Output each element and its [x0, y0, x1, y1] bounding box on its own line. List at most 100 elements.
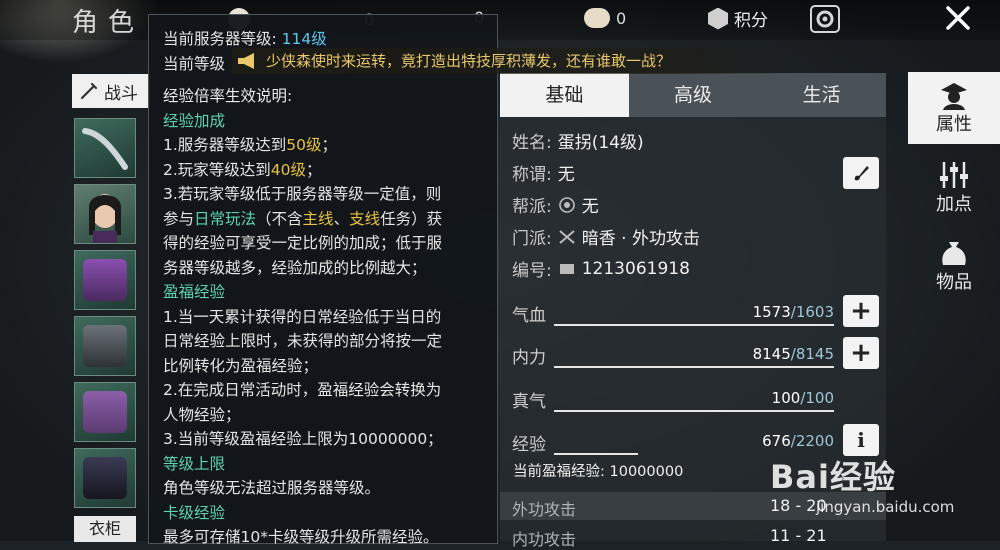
- stat-exp-value: 676/2200: [762, 432, 834, 450]
- detail-tabs: 基础 高级 生活: [500, 73, 886, 117]
- bonus-2-end: ；: [306, 160, 322, 179]
- title-row: 称谓: 无: [512, 160, 575, 185]
- title-value: 无: [557, 165, 575, 185]
- id-card-icon: [559, 263, 574, 274]
- id-row: 编号: 1213061918: [512, 256, 690, 282]
- side-item-points[interactable]: 加点: [908, 152, 1000, 224]
- close-button[interactable]: [935, 0, 981, 36]
- equip-slot-boots[interactable]: [74, 448, 136, 508]
- outer-attack-label: 外功攻击: [512, 500, 577, 519]
- bonus-section-title: 经验加成: [163, 111, 226, 130]
- bonus-1-value: 50级: [286, 136, 322, 154]
- card-section-title: 卡级经验: [163, 503, 226, 522]
- stat-hp-bar: [554, 324, 834, 326]
- tab-basic[interactable]: 基础: [500, 73, 629, 117]
- guild-label: 帮派:: [512, 197, 552, 217]
- side-quest-highlight: 支线: [349, 209, 381, 228]
- stat-hp-current: 1573: [752, 303, 791, 321]
- bonus-item-2: 2.玩家等级达到40级；: [163, 158, 487, 183]
- daily-play-highlight: 日常玩法: [194, 209, 257, 228]
- equip-slot-pants[interactable]: [74, 382, 136, 442]
- id-label: 编号:: [512, 261, 552, 281]
- name-row: 姓名: 蛋拐(14级): [512, 128, 644, 153]
- side-item-points-label: 加点: [936, 194, 972, 215]
- hexagon-icon: [708, 7, 728, 30]
- stat-qi-bar: [554, 410, 834, 412]
- points-button[interactable]: 积分: [708, 6, 768, 31]
- yingfu-section-title: 盈福经验: [163, 283, 226, 301]
- baidu-watermark: Bai经验 jingyan.baidu.com: [770, 452, 1000, 542]
- title-label: 称谓:: [512, 165, 552, 185]
- guild-value: 无: [581, 197, 599, 217]
- battle-tab[interactable]: 战斗: [72, 74, 150, 108]
- sliders-icon: [940, 162, 968, 188]
- points-label: 积分: [734, 11, 768, 31]
- currency-4[interactable]: 0: [584, 8, 626, 28]
- bonus-2-value: 40级: [270, 160, 307, 179]
- page-title: 角色: [72, 8, 145, 38]
- side-item-items-label: 物品: [936, 272, 972, 293]
- equip-slot-weapon[interactable]: [74, 118, 136, 178]
- stat-mp-value: 8145/8145: [753, 345, 834, 363]
- stat-qi-max: /100: [800, 389, 834, 407]
- pill-currency-icon: [584, 8, 610, 28]
- yingfu-item-1c: 比例转化为盈福经验；: [163, 356, 319, 375]
- settings-button[interactable]: [808, 3, 842, 35]
- sect-label: 门派:: [512, 229, 552, 249]
- stat-qi-label: 真气: [512, 392, 546, 412]
- sect-icon: [559, 229, 575, 244]
- main-quest-highlight: 主线: [302, 209, 334, 228]
- bonus-1-text: 1.服务器等级达到: [163, 136, 287, 154]
- watermark-brand: Bai经验: [770, 458, 896, 496]
- yingfu-item-1b: 日常经验上限时，未获得的部分将按一定: [163, 332, 443, 350]
- cap-text: 角色等级无法超过服务器等级。: [163, 479, 381, 497]
- stat-exp-current: 676: [762, 432, 791, 450]
- stat-exp-max: /2200: [790, 432, 834, 450]
- stat-hp-max: /1603: [790, 303, 834, 321]
- boots-icon: [83, 457, 127, 499]
- bonus-1-end: ；: [321, 136, 338, 154]
- stat-mp-max: /8145: [790, 345, 834, 363]
- add-mp-button[interactable]: +: [843, 337, 879, 369]
- sect-row: 门派: 暗香 · 外功攻击: [512, 224, 700, 249]
- broadcast-text: 少侠森使时来运转，竟打造出特技厚积薄发，还有谁敢一战？: [266, 52, 672, 70]
- yingfu-item-3: 3.当前等级盈福经验上限为10000000；: [163, 430, 443, 448]
- sword-icon: [80, 82, 98, 100]
- currency-4-value: 0: [616, 8, 627, 28]
- bonus-item-3d: 务器等级越多，经验加成的比例越大；: [163, 258, 427, 277]
- cap-section-title: 等级上限: [163, 454, 226, 473]
- side-item-items[interactable]: 物品: [908, 230, 1000, 302]
- stat-mp-label: 内力: [512, 348, 546, 368]
- bonus-3b-post: 任务）获: [380, 209, 443, 228]
- gear-icon: [810, 5, 840, 33]
- exp-tooltip: 当前服务器等级: 114级 当前等级 经验倍率生效说明: 经验加成 1.服务器等…: [148, 14, 498, 546]
- brush-icon: [854, 166, 869, 181]
- bonus-item-3c: 得的经验可享受一定比例的加成；低于服: [163, 234, 443, 252]
- bonus-3b-mid: （不含: [256, 209, 303, 228]
- id-value: 1213061918: [581, 258, 690, 279]
- pants-icon: [83, 391, 127, 433]
- bonus-item-1: 1.服务器等级达到50级；: [163, 133, 487, 158]
- equip-slot-portrait[interactable]: [74, 184, 136, 244]
- bonus-item-3b: 参与日常玩法（不含主线、支线任务）获: [163, 207, 487, 232]
- yingfu-item-2b: 人物经验；: [163, 405, 241, 424]
- side-item-attributes[interactable]: 属性: [908, 72, 1000, 144]
- bonus-3b-pre: 参与: [163, 209, 195, 228]
- wardrobe-button[interactable]: 衣柜: [74, 516, 136, 542]
- bag-icon: [942, 242, 966, 265]
- add-hp-button[interactable]: +: [843, 295, 879, 327]
- name-label: 姓名:: [512, 133, 552, 153]
- bonus-exp-text: 当前盈福经验: 10000000: [513, 464, 684, 480]
- card-text: 最多可存储10*卡级等级升级所需经验。: [163, 528, 439, 546]
- inner-attack-label: 内功攻击: [512, 530, 577, 549]
- tab-life[interactable]: 生活: [757, 73, 886, 117]
- equip-slot-headgear[interactable]: [74, 250, 136, 310]
- equip-slot-armor[interactable]: [74, 316, 136, 376]
- avatar: [89, 194, 121, 243]
- tab-advanced[interactable]: 高级: [629, 73, 758, 117]
- stat-hp-label: 气血: [512, 306, 546, 326]
- weapon-icon: [82, 128, 128, 170]
- watermark-url: jingyan.baidu.com: [816, 498, 955, 516]
- headgear-icon: [83, 259, 127, 301]
- edit-title-button[interactable]: [843, 157, 879, 189]
